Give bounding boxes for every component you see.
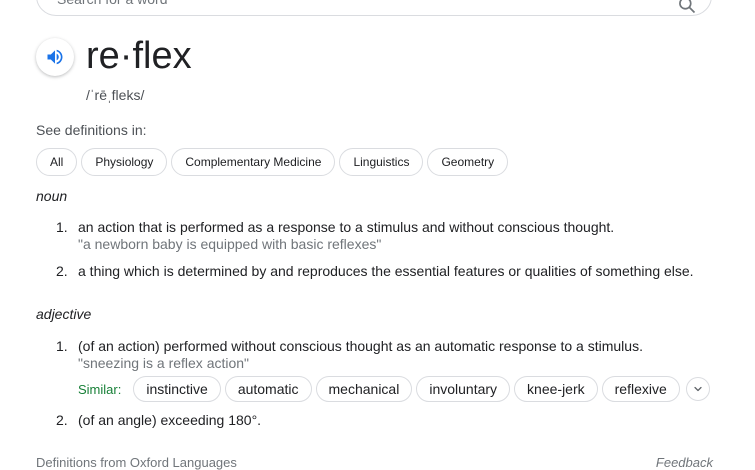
search-icon[interactable] — [677, 0, 697, 15]
expand-similar-button[interactable] — [685, 377, 710, 401]
feedback-link[interactable]: Feedback — [656, 455, 713, 470]
definition-number: 2. — [56, 263, 68, 279]
noun-definition-1: 1. an action that is performed as a resp… — [56, 219, 696, 253]
speaker-icon — [47, 49, 63, 65]
synonym-chip-reflexive[interactable]: reflexive — [601, 376, 680, 402]
domain-chips: All Physiology Complementary Medicine Li… — [36, 148, 509, 176]
definitions-source-link[interactable]: Definitions from Oxford Languages — [36, 455, 237, 470]
synonym-chip-automatic[interactable]: automatic — [224, 376, 312, 402]
synonym-chip-instinctive[interactable]: instinctive — [133, 376, 221, 402]
phonetic-spelling: /ˈrēˌfleks/ — [86, 87, 145, 103]
synonym-chip-knee-jerk[interactable]: knee-jerk — [514, 376, 598, 402]
domain-chip-linguistics[interactable]: Linguistics — [339, 148, 424, 176]
part-of-speech-adjective: adjective — [36, 306, 92, 322]
part-of-speech-noun: noun — [36, 188, 68, 204]
definition-text: (of an angle) exceeding 180°. — [78, 412, 262, 428]
definition-text: an action that is performed as a respons… — [78, 219, 615, 235]
definition-number: 1. — [56, 219, 68, 235]
definition-number: 1. — [56, 338, 68, 354]
noun-definition-2: 2. a thing which is determined by and re… — [56, 263, 696, 280]
adjective-definition-1: 1. (of an action) performed without cons… — [56, 338, 696, 372]
adjective-definition-2: 2. (of an angle) exceeding 180°. — [56, 412, 696, 429]
domain-chip-physiology[interactable]: Physiology — [81, 148, 168, 176]
pronunciation-audio-button[interactable] — [36, 38, 74, 76]
similar-label: Similar: — [78, 381, 122, 397]
chevron-down-icon — [694, 386, 702, 392]
definition-number: 2. — [56, 412, 68, 428]
domain-chip-geometry[interactable]: Geometry — [427, 148, 509, 176]
domain-chip-all[interactable]: All — [36, 148, 78, 176]
synonym-chip-involuntary[interactable]: involuntary — [416, 376, 511, 402]
search-box[interactable] — [36, 0, 712, 16]
definition-example: "a newborn baby is equipped with basic r… — [78, 236, 382, 252]
domains-label: See definitions in: — [36, 122, 147, 138]
similar-words-row: Similar: instinctive automatic mechanica… — [78, 376, 710, 402]
headword: re·flex — [86, 35, 192, 77]
definition-example: "sneezing is a reflex action" — [78, 355, 250, 371]
synonym-chip-mechanical[interactable]: mechanical — [315, 376, 413, 402]
domain-chip-complementary-medicine[interactable]: Complementary Medicine — [171, 148, 336, 176]
definition-text: (of an action) performed without conscio… — [78, 338, 643, 354]
search-input[interactable] — [57, 0, 657, 7]
definition-text: a thing which is determined by and repro… — [78, 263, 694, 279]
